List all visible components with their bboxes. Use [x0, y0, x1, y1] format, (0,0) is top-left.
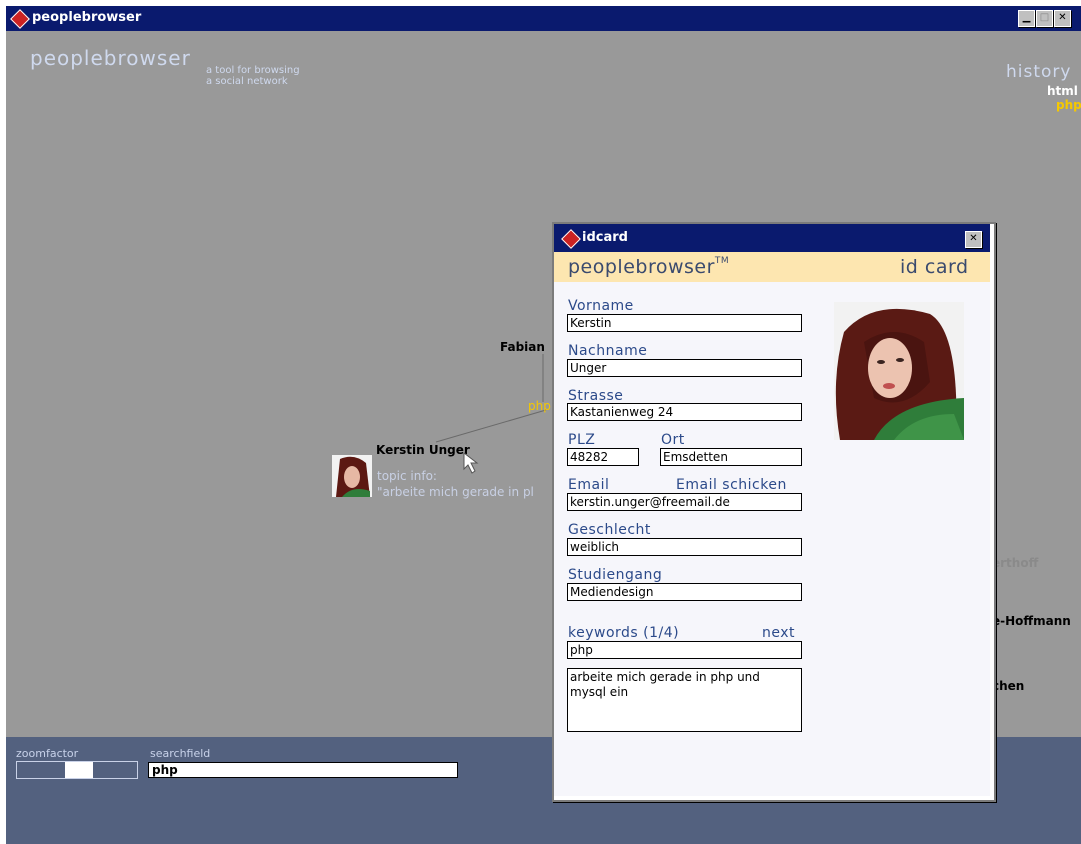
- node-chen[interactable]: chen: [992, 679, 1024, 693]
- idcard-label: id card: [900, 256, 969, 278]
- idcard-titlebar[interactable]: idcard ✕: [554, 224, 990, 252]
- email-send-link[interactable]: Email schicken: [676, 477, 787, 493]
- idcard-header: peoplebrowserTM id card: [554, 252, 990, 282]
- mouse-cursor-icon: [463, 451, 479, 474]
- strasse-field[interactable]: Kastanienweg 24: [567, 403, 802, 421]
- keyword-field[interactable]: php: [567, 641, 802, 659]
- plz-field[interactable]: 48282: [567, 448, 639, 466]
- edge-kerstin-php: [435, 409, 547, 443]
- zoomfactor-slider[interactable]: [16, 761, 138, 779]
- vorname-field[interactable]: Kerstin: [567, 314, 802, 332]
- geschlecht-field[interactable]: weiblich: [567, 538, 802, 556]
- keywords-next-link[interactable]: next: [762, 625, 795, 641]
- node-kerstin-unger[interactable]: Kerstin Unger: [376, 443, 470, 457]
- email-field[interactable]: kerstin.unger@freemail.de: [567, 493, 802, 511]
- portrait-photo-image: [834, 302, 964, 440]
- node-erthoff[interactable]: erthoff: [992, 556, 1038, 570]
- email-label: Email: [568, 477, 610, 493]
- zoomfactor-slider-thumb[interactable]: [65, 762, 93, 778]
- kerstin-thumbnail[interactable]: [332, 455, 372, 497]
- node-e-hoffmann[interactable]: e-Hoffmann: [992, 614, 1071, 628]
- idcard-logo-icon: [561, 229, 581, 249]
- idcard-window-title: idcard: [582, 230, 628, 245]
- zoomfactor-label: zoomfactor: [16, 747, 79, 760]
- ort-label: Ort: [661, 432, 685, 448]
- keywords-label: keywords (1/4): [568, 625, 680, 641]
- idcard-panel: Vorname Kerstin Nachname Unger Strasse K…: [554, 282, 990, 796]
- nachname-field[interactable]: Unger: [567, 359, 802, 377]
- idcard-window: idcard ✕ peoplebrowserTM id card Vorname…: [552, 222, 996, 802]
- searchfield-input[interactable]: php: [148, 762, 458, 778]
- node-fabian[interactable]: Fabian: [500, 340, 545, 354]
- nachname-label: Nachname: [568, 343, 648, 359]
- plz-label: PLZ: [568, 432, 596, 448]
- ort-field[interactable]: Emsdetten: [660, 448, 802, 466]
- vorname-label: Vorname: [568, 298, 634, 314]
- trademark-symbol: TM: [714, 256, 730, 266]
- edge-keyword-php[interactable]: php: [528, 399, 551, 413]
- studiengang-field[interactable]: Mediendesign: [567, 583, 802, 601]
- idcard-brand: peoplebrowserTM: [568, 256, 729, 278]
- topic-info-text: "arbeite mich gerade in pl: [377, 485, 534, 499]
- profile-photo: [834, 302, 964, 440]
- portrait-thumb-image: [332, 455, 372, 497]
- topic-info-label: topic info:: [377, 469, 437, 483]
- searchfield-label: searchfield: [150, 747, 211, 760]
- strasse-label: Strasse: [568, 388, 624, 404]
- keyword-text-area[interactable]: arbeite mich gerade in php und mysql ein: [567, 668, 802, 732]
- studiengang-label: Studiengang: [568, 567, 663, 583]
- idcard-brand-text: peoplebrowser: [568, 256, 715, 278]
- geschlecht-label: Geschlecht: [568, 522, 651, 538]
- idcard-close-button[interactable]: ✕: [965, 231, 982, 248]
